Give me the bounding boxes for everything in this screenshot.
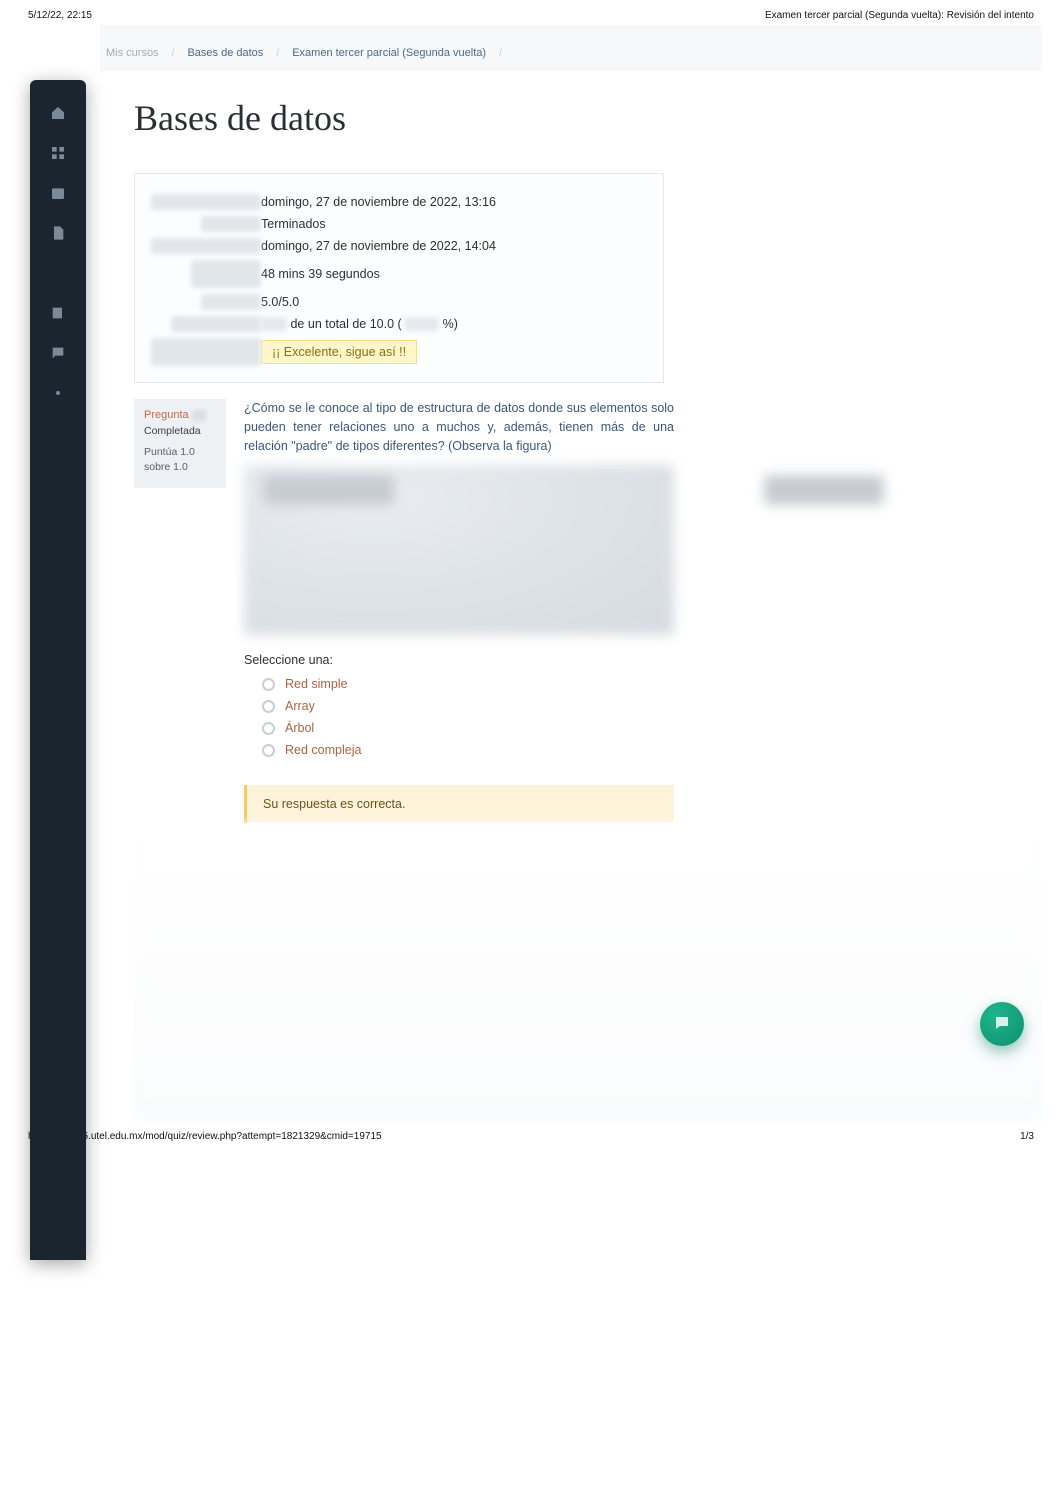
book-icon (50, 305, 66, 324)
value-points: 5.0/5.0 (261, 295, 299, 309)
option-array[interactable]: Array (244, 695, 674, 717)
print-footer-page: 1/3 (1020, 1131, 1034, 1142)
question-options: Red simple Array Árbol Red compleja (244, 673, 674, 761)
sidebar-item-dashboard[interactable] (30, 134, 86, 174)
label-grade (171, 316, 261, 332)
option-red-compleja[interactable]: Red compleja (244, 739, 674, 761)
radio-icon (262, 700, 275, 713)
sidebar-nav (30, 80, 86, 1260)
radio-icon (262, 678, 275, 691)
chat-icon (50, 345, 66, 364)
print-timestamp: 5/12/22, 22:15 (28, 10, 92, 21)
option-arbol[interactable]: Árbol (244, 717, 674, 739)
chevron-right-icon: / (266, 48, 289, 59)
option-label: Árbol (285, 721, 314, 735)
breadcrumb-course[interactable]: Bases de datos (187, 47, 263, 59)
chevron-right-icon: / (162, 48, 185, 59)
breadcrumb: Mis cursos / Bases de datos / Examen ter… (100, 25, 1042, 71)
option-label: Array (285, 699, 315, 713)
value-started-on: domingo, 27 de noviembre de 2022, 13:16 (261, 195, 496, 209)
option-red-simple[interactable]: Red simple (244, 673, 674, 695)
question-text: ¿Cómo se le conoce al tipo de estructura… (244, 399, 674, 455)
option-label: Red compleja (285, 743, 361, 757)
print-doc-title: Examen tercer parcial (Segunda vuelta): … (765, 10, 1034, 21)
question-feedback: Su respuesta es correcta. (244, 785, 674, 823)
question-state: Completada (144, 425, 216, 437)
breadcrumb-root[interactable]: Mis cursos (106, 47, 159, 59)
radio-icon (262, 744, 275, 757)
sidebar-item-courses[interactable] (30, 294, 86, 334)
label-state (201, 216, 261, 232)
file-icon (50, 225, 66, 244)
grade-mid: de un total de 10.0 ( (290, 317, 401, 331)
question-number-hidden (192, 410, 206, 421)
chevron-right-icon: / (489, 48, 512, 59)
label-time-taken (191, 260, 261, 288)
sidebar-item-settings[interactable] (30, 374, 86, 414)
question-label: Pregunta (144, 409, 189, 421)
radio-icon (262, 722, 275, 735)
list-icon (50, 265, 66, 284)
question-figure (244, 465, 674, 635)
question-meta: Pregunta Completada Puntúa 1.0 sobre 1.0 (134, 399, 226, 488)
label-feedback (151, 338, 261, 366)
sidebar-item-file[interactable] (30, 214, 86, 254)
question-select-label: Seleccione una: (244, 653, 674, 667)
home-icon (50, 105, 66, 124)
grade-suffix: %) (443, 317, 458, 331)
value-state: Terminados (261, 217, 326, 231)
value-time-taken: 48 mins 39 segundos (261, 267, 380, 281)
calendar-icon (50, 185, 66, 204)
option-label: Red simple (285, 677, 348, 691)
grid-icon (50, 145, 66, 164)
label-finished-on (151, 238, 261, 254)
value-grade: de un total de 10.0 ( %) (261, 317, 458, 332)
label-started-on (151, 194, 261, 210)
grade-value-hidden (261, 317, 287, 331)
review-summary: domingo, 27 de noviembre de 2022, 13:16 … (134, 173, 664, 383)
value-finished-on: domingo, 27 de noviembre de 2022, 14:04 (261, 239, 496, 253)
sidebar-item-grades[interactable] (30, 254, 86, 294)
grade-percent-hidden (405, 317, 439, 331)
sidebar-item-calendar[interactable] (30, 174, 86, 214)
label-points (201, 294, 261, 310)
question-block: Pregunta Completada Puntúa 1.0 sobre 1.0… (134, 399, 1042, 823)
page-title: Bases de datos (100, 71, 1042, 173)
sidebar-item-home[interactable] (30, 94, 86, 134)
chat-fab[interactable] (980, 1002, 1024, 1046)
content-fade (134, 823, 1042, 1123)
sidebar-item-chat[interactable] (30, 334, 86, 374)
gear-icon (50, 385, 66, 404)
breadcrumb-page[interactable]: Examen tercer parcial (Segunda vuelta) (292, 47, 486, 59)
chat-bubble-icon (993, 1014, 1011, 1035)
question-score-line1: Puntúa 1.0 (144, 445, 216, 460)
overall-feedback: ¡¡ Excelente, sigue así !! (261, 340, 417, 364)
question-score-line2: sobre 1.0 (144, 460, 216, 475)
